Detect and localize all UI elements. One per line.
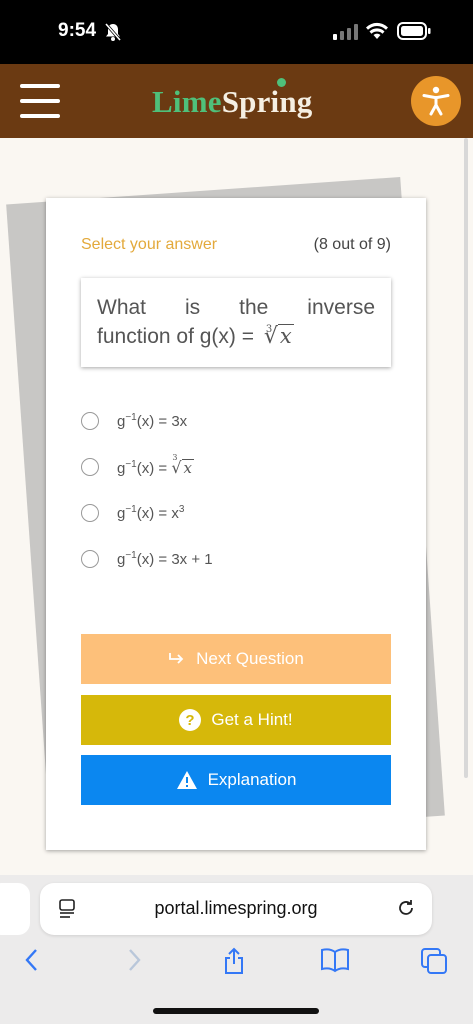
warning-triangle-icon — [176, 770, 198, 790]
share-icon[interactable] — [222, 947, 246, 980]
question-box: What is the inverse function of g(x) = 3… — [81, 278, 391, 367]
next-question-label: Next Question — [196, 649, 304, 668]
status-bar: 9:54 — [0, 0, 473, 64]
logo-dot — [277, 78, 286, 87]
url-text: portal.limespring.org — [154, 898, 318, 918]
get-hint-label: Get a Hint! — [211, 710, 293, 729]
wifi-icon — [365, 22, 389, 45]
back-icon[interactable] — [22, 947, 42, 978]
cube-root-expression: 3√x — [171, 452, 195, 477]
logo-lime-text: Lime — [152, 84, 222, 119]
answer-option[interactable]: g−1(x) = 3 √ x — [81, 452, 195, 480]
answer-option[interactable]: g−1(x) = 3x — [81, 408, 187, 434]
cube-root-expression: 3√x — [264, 322, 294, 351]
answer-option[interactable]: g−1(x) = x3 — [81, 500, 184, 526]
question-word: inverse — [307, 296, 375, 319]
battery-icon — [397, 22, 431, 45]
radio-button[interactable] — [81, 458, 99, 476]
question-word: What — [97, 296, 147, 319]
status-time: 9:54 — [58, 20, 97, 41]
option-text: g−1(x) = x3 — [117, 504, 185, 522]
page-scrollbar[interactable] — [464, 138, 468, 778]
explanation-label: Explanation — [207, 770, 297, 789]
home-indicator[interactable] — [153, 1008, 319, 1014]
question-word: is — [184, 296, 201, 319]
question-progress: (8 out of 9) — [313, 236, 391, 253]
question-function-text: function of g(x) = — [97, 325, 254, 348]
question-circle-icon: ? — [179, 709, 202, 731]
browser-toolbar: portal.limespring.org — [0, 875, 473, 1024]
question-line-1: What is the inverse — [97, 294, 375, 322]
logo-spring-text: Spring — [221, 84, 313, 119]
hamburger-menu-icon[interactable] — [20, 84, 60, 118]
address-bar[interactable]: portal.limespring.org — [40, 883, 432, 935]
previous-tab-peek[interactable] — [0, 883, 30, 935]
root-index: 3 — [265, 324, 273, 335]
next-question-button[interactable]: Next Question — [81, 634, 391, 684]
question-line-2: function of g(x) = 3 √x — [97, 322, 375, 351]
option-text: g−1(x) = 3x + 1 — [117, 550, 213, 568]
get-hint-button[interactable]: ? Get a Hint! — [81, 695, 391, 745]
quiz-content-area: Select your answer (8 out of 9) What is … — [0, 138, 473, 875]
forward-icon[interactable] — [124, 947, 144, 978]
accessibility-button[interactable] — [411, 76, 461, 126]
radio-button[interactable] — [81, 550, 99, 568]
radio-button[interactable] — [81, 412, 99, 430]
bookmarks-icon[interactable] — [320, 947, 350, 978]
svg-text:?: ? — [186, 712, 195, 729]
app-header: LimeSpring — [0, 64, 473, 138]
option-text: g−1(x) = 3 √ x — [117, 452, 195, 477]
bell-muted-icon — [103, 22, 123, 47]
answer-option[interactable]: g−1(x) = 3x + 1 — [81, 546, 213, 572]
option-text: g−1(x) = 3x — [117, 412, 188, 430]
radio-button[interactable] — [81, 504, 99, 522]
tabs-icon[interactable] — [420, 947, 448, 980]
return-arrow-icon — [168, 652, 186, 666]
reload-icon[interactable] — [396, 898, 416, 923]
accessibility-icon — [422, 86, 450, 116]
explanation-button[interactable]: Explanation — [81, 755, 391, 805]
root-argument: x — [277, 324, 294, 348]
limespring-logo[interactable]: LimeSpring — [152, 78, 313, 120]
select-answer-label: Select your answer — [81, 236, 218, 253]
question-word: the — [239, 296, 269, 319]
cellular-signal-icon — [333, 24, 359, 45]
quiz-card: Select your answer (8 out of 9) What is … — [46, 198, 426, 850]
